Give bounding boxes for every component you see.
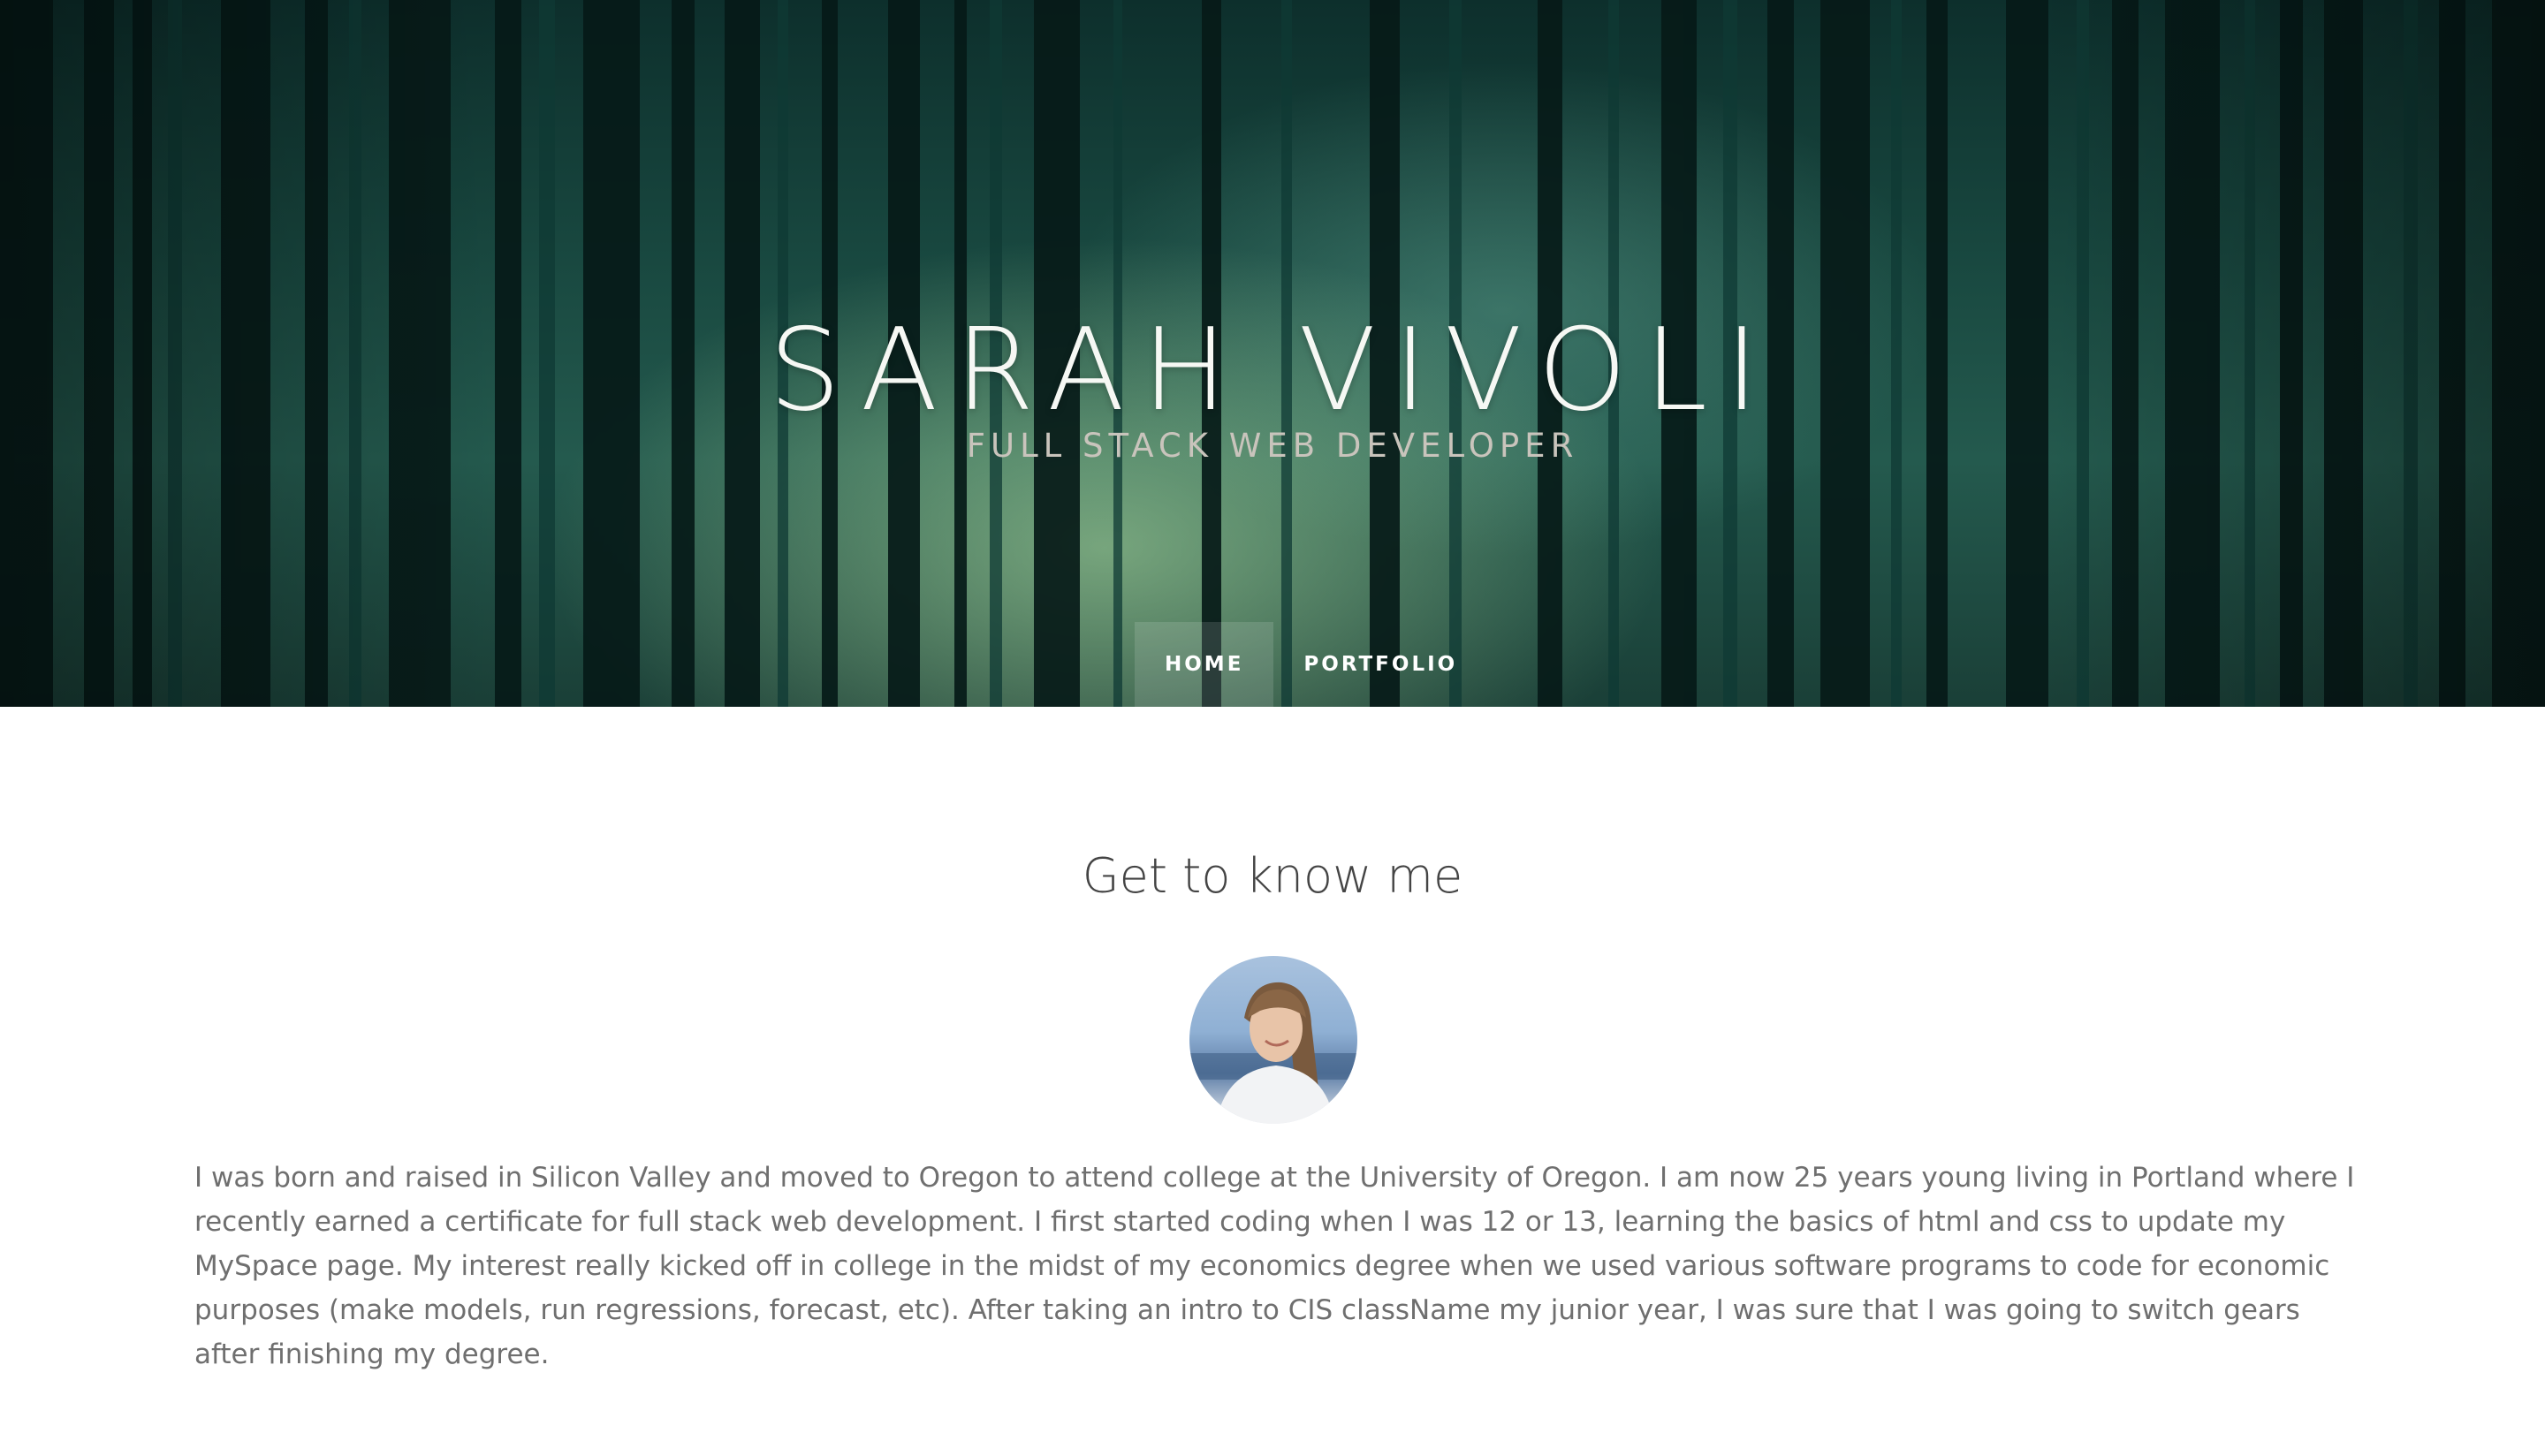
site-subtitle: FULL STACK WEB DEVELOPER (966, 427, 1579, 465)
about-heading: Get to know me (1082, 848, 1463, 904)
about-paragraph: I was born and raised in Silicon Valley … (194, 1162, 2355, 1370)
site-title: SARAH VIVOLI (769, 305, 1776, 436)
main-nav: HOME PORTFOLIO (1135, 622, 1487, 707)
profile-avatar (1189, 956, 1357, 1124)
hero-banner: SARAH VIVOLI FULL STACK WEB DEVELOPER HO… (0, 0, 2545, 707)
profile-photo-icon (1189, 982, 1357, 1124)
nav-home-link[interactable]: HOME (1135, 622, 1274, 707)
nav-portfolio-link[interactable]: PORTFOLIO (1273, 622, 1487, 707)
